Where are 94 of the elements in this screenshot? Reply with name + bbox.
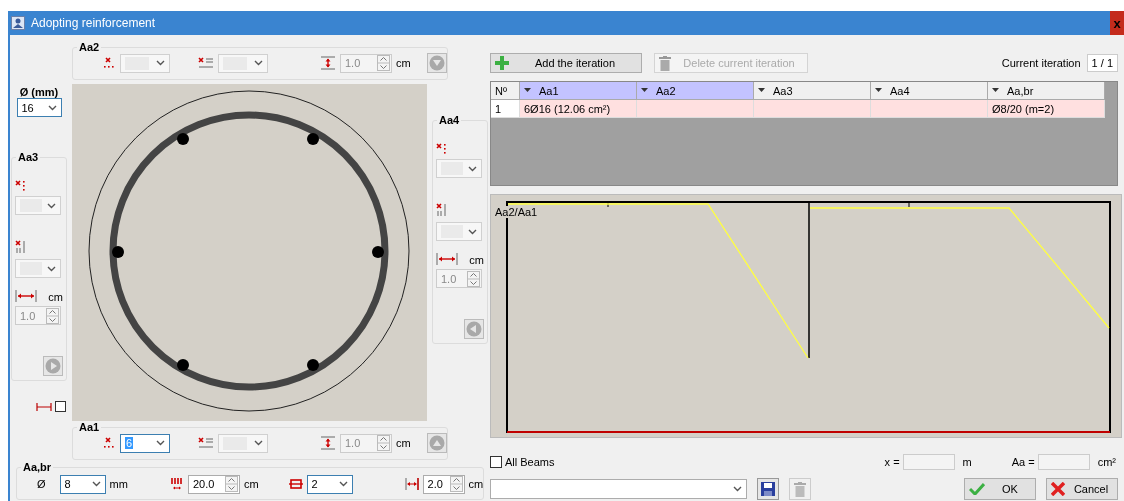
caret-icon	[338, 481, 348, 487]
plus-icon	[495, 56, 509, 70]
arrow-button[interactable]	[43, 356, 63, 376]
unit-label: cm	[396, 57, 411, 69]
caret-icon	[156, 440, 165, 446]
stirrup-spacing-icon	[169, 477, 184, 491]
column-header[interactable]: Aa1	[520, 82, 637, 100]
column-header[interactable]: Aa3	[754, 82, 871, 100]
unit-label: cm	[48, 291, 63, 303]
cover-icon	[15, 289, 37, 303]
dimension-icon	[36, 401, 52, 412]
current-iteration-value: 1 / 1	[1086, 54, 1118, 72]
table-cell: Ø8/20 (m=2)	[988, 100, 1105, 118]
caret-icon	[47, 202, 56, 209]
diameter-dropdown[interactable]: 16	[16, 98, 62, 117]
diameter-dropdown[interactable]: 8	[59, 474, 106, 494]
cover-icon	[404, 477, 419, 491]
unit-label: m	[962, 456, 972, 468]
caret-icon	[641, 88, 648, 93]
unit-label: mm	[109, 478, 128, 490]
caret-icon	[91, 481, 101, 487]
close-icon	[1051, 482, 1065, 496]
current-iteration-label: Current iteration	[1001, 57, 1081, 69]
field-label: x =	[884, 456, 900, 468]
bar-count-icon	[436, 142, 448, 154]
caret-icon	[758, 88, 765, 93]
add-iteration-button[interactable]: Add the iteration	[490, 53, 642, 73]
column-header[interactable]: Nº	[491, 82, 520, 100]
legs-dropdown[interactable]: 2	[306, 474, 353, 494]
group-title: Aa1	[78, 421, 101, 433]
bar-count-icon	[103, 57, 116, 69]
arrow-button[interactable]	[426, 53, 447, 73]
stirrup-legs-icon	[288, 477, 303, 491]
spin-arrows-icon[interactable]	[449, 476, 463, 492]
group-title: Aa2	[78, 41, 101, 53]
bar-count-icon	[103, 437, 116, 449]
unit-label: cm²	[1097, 456, 1116, 468]
caret-icon	[992, 88, 999, 93]
arrow-button[interactable]	[464, 319, 484, 339]
column-header[interactable]: Aa,br	[988, 82, 1105, 100]
caret-icon	[524, 88, 531, 93]
caret-icon	[156, 60, 165, 66]
arrow-button[interactable]	[426, 433, 447, 453]
diameter-label: Ø	[37, 478, 46, 490]
cancel-button[interactable]: Cancel	[1046, 478, 1118, 500]
unit-label: cm	[243, 478, 259, 490]
diameter-label: Ø (mm)	[19, 86, 59, 98]
cover-icon	[436, 252, 458, 266]
close-button[interactable]: x	[1110, 11, 1124, 35]
save-button[interactable]	[757, 478, 779, 500]
input-field[interactable]	[902, 454, 955, 470]
checkbox[interactable]	[55, 401, 66, 412]
spin-field[interactable]: 2.0	[422, 474, 465, 494]
unit-label: cm	[469, 254, 484, 266]
trash-icon	[794, 481, 806, 497]
checkmark-icon	[969, 483, 985, 495]
group-title: Aa,br	[22, 461, 53, 473]
table-cell: 6Ø16 (12.06 cm²)	[520, 100, 637, 118]
caret-icon	[468, 165, 477, 172]
spin-arrows-icon[interactable]	[224, 476, 238, 492]
unit-label: cm	[396, 437, 411, 449]
bar-spacing-icon	[15, 240, 27, 254]
caret-icon	[254, 440, 263, 446]
input-field[interactable]	[1037, 454, 1090, 470]
preset-dropdown[interactable]	[490, 479, 747, 499]
spin-field[interactable]: 20.0	[187, 474, 240, 494]
caret-icon	[47, 265, 56, 272]
table-cell: 1	[491, 100, 520, 118]
caret-icon	[254, 60, 263, 66]
cover-icon	[320, 56, 336, 70]
unit-label: cm	[468, 478, 484, 490]
caret-icon	[875, 88, 882, 93]
trash-icon	[659, 55, 671, 71]
bar-spacing-icon	[198, 437, 214, 449]
bar-spacing-icon	[198, 57, 214, 69]
field-label: Aa =	[1011, 456, 1035, 468]
bar-spacing-icon	[436, 203, 448, 217]
checkbox-label: All Beams	[505, 456, 555, 468]
ok-button[interactable]: OK	[964, 478, 1036, 500]
bar-count-icon	[15, 179, 27, 191]
group-title: Aa4	[438, 114, 461, 126]
window-title: Adopting reinforcement	[31, 16, 157, 30]
caret-icon	[468, 228, 477, 235]
caret-icon	[733, 486, 742, 492]
checkbox[interactable]	[490, 456, 502, 468]
floppy-icon	[761, 482, 775, 496]
app-icon	[11, 16, 25, 30]
group-title: Aa3	[17, 151, 40, 163]
column-header[interactable]: Aa2	[637, 82, 754, 100]
column-header[interactable]: Aa4	[871, 82, 988, 100]
cover-icon	[320, 436, 336, 450]
caret-icon	[47, 104, 57, 111]
diagram-label: Aa2/Aa1	[494, 206, 539, 218]
delete-button[interactable]	[789, 478, 811, 500]
